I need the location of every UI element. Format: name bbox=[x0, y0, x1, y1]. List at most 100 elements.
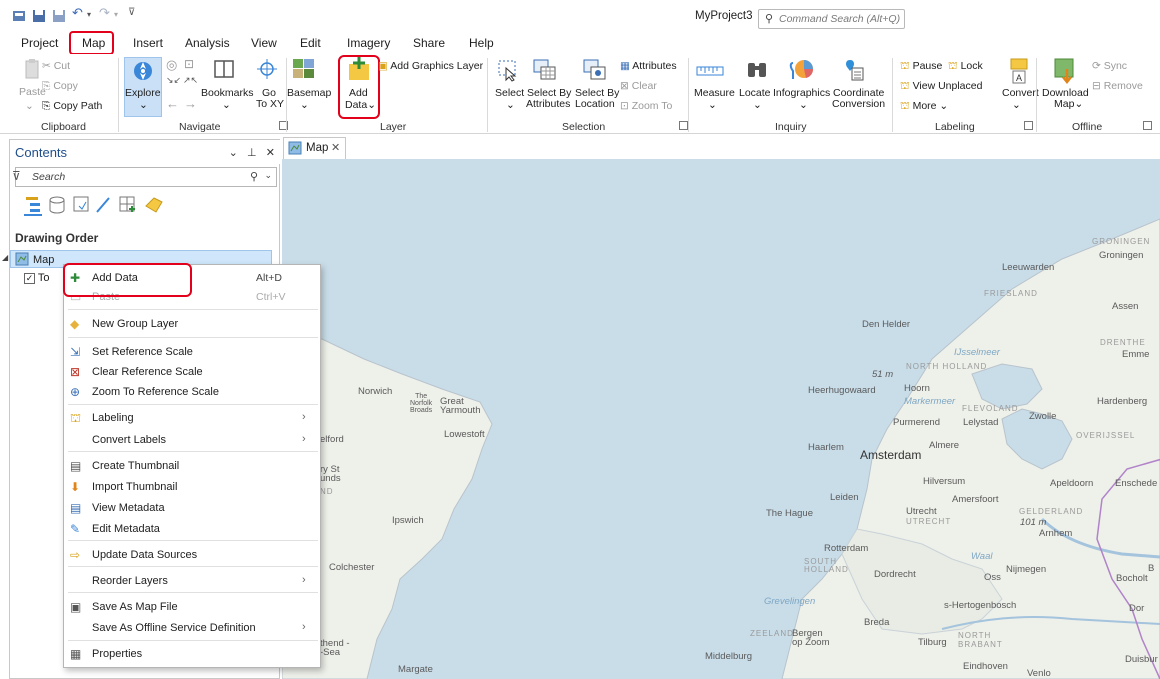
tab-share[interactable]: Share bbox=[413, 36, 445, 50]
menu-item-new-group-layer[interactable]: ◆ New Group Layer bbox=[64, 314, 320, 336]
menu-item-save-as-offline-service-definition[interactable]: Save As Offline Service Definition › bbox=[64, 618, 320, 640]
menu-item-label: Labeling bbox=[92, 412, 134, 424]
menu-item-update-data-sources[interactable]: ⇨ Update Data Sources bbox=[64, 545, 320, 567]
previous-extent-icon[interactable]: ← bbox=[166, 96, 179, 111]
menu-item-import-thumbnail[interactable]: ⬇ Import Thumbnail bbox=[64, 477, 320, 499]
clear-selection-button[interactable]: ⊠ Clear bbox=[620, 80, 657, 92]
map-view[interactable]: GRONINGEN Groningen Leeuwarden FRIESLAND… bbox=[282, 159, 1160, 679]
menu-item-labeling[interactable]: ⛫ Labeling › bbox=[64, 408, 320, 430]
customize-qat-icon[interactable]: ⊽ bbox=[128, 7, 142, 21]
close-pane-icon[interactable]: ✕ bbox=[266, 147, 275, 159]
select-dropdown-icon[interactable]: ⌄ bbox=[506, 99, 515, 111]
sync-button[interactable]: ⟳ Sync bbox=[1092, 60, 1127, 72]
locate-button[interactable]: Locate bbox=[739, 87, 771, 99]
zoom-out-icon[interactable]: ↗↖ bbox=[183, 75, 198, 86]
save-as-icon[interactable] bbox=[52, 9, 66, 23]
contents-title: Contents bbox=[15, 145, 68, 160]
cut-button[interactable]: ✂ Cut bbox=[42, 60, 70, 72]
menu-item-convert-labels[interactable]: Convert Labels › bbox=[64, 430, 320, 452]
ribbon-divider bbox=[487, 58, 488, 132]
menu-item-zoom-to-reference-scale[interactable]: ⊕ Zoom To Reference Scale bbox=[64, 382, 320, 404]
menu-item-clear-reference-scale[interactable]: ⊠ Clear Reference Scale bbox=[64, 362, 320, 384]
submenu-arrow-icon: › bbox=[302, 621, 306, 633]
tab-analysis[interactable]: Analysis bbox=[185, 36, 230, 50]
list-by-snapping-icon bbox=[119, 196, 135, 212]
menu-item-view-metadata[interactable]: ▤ View Metadata bbox=[64, 498, 320, 520]
sync-icon: ⟳ bbox=[1092, 60, 1104, 72]
full-extent-icon[interactable]: ◎ bbox=[166, 57, 177, 73]
command-search-input[interactable]: ⚲ Command Search (Alt+Q) bbox=[758, 9, 905, 29]
infographics-button[interactable]: Infographics bbox=[773, 87, 830, 99]
layer-item[interactable]: ✓ To bbox=[24, 272, 49, 284]
remove-button[interactable]: ⊟ Remove bbox=[1092, 80, 1143, 92]
search-options-icon[interactable]: ⌄ bbox=[264, 170, 272, 181]
list-by-labeling-icon bbox=[145, 197, 163, 213]
pane-options-icon[interactable]: ⌄ bbox=[229, 147, 238, 159]
more-labeling-button[interactable]: ⛫ More ⌄ bbox=[900, 100, 948, 114]
bookmarks-button[interactable]: Bookmarks bbox=[201, 87, 254, 99]
menu-item-label: Save As Offline Service Definition bbox=[92, 622, 256, 634]
copy-button[interactable]: ⎘ Copy bbox=[42, 80, 78, 93]
undo-icon[interactable]: ↶ bbox=[72, 5, 86, 20]
add-graphics-layer-button[interactable]: ▣ Add Graphics Layer bbox=[378, 60, 483, 72]
menu-item-edit-metadata[interactable]: ✎ Edit Metadata bbox=[64, 519, 320, 541]
basemap-button[interactable]: Basemap bbox=[287, 87, 331, 99]
convert-button[interactable]: Convert bbox=[1002, 87, 1039, 99]
zoom-in-icon[interactable]: ↘↙ bbox=[166, 75, 181, 86]
menu-item-label: Properties bbox=[92, 648, 143, 660]
select-button[interactable]: Select bbox=[495, 87, 524, 99]
menu-item-save-as-map-file[interactable]: ▣ Save As Map File bbox=[64, 597, 320, 619]
svg-text:A: A bbox=[1016, 73, 1022, 83]
view-unplaced-icon: ⛫ bbox=[900, 80, 913, 92]
menu-item-set-reference-scale[interactable]: ⇲ Set Reference Scale bbox=[64, 342, 320, 364]
filter-icon[interactable]: ⊽ bbox=[12, 169, 21, 183]
save-icon[interactable] bbox=[32, 9, 46, 23]
menu-item-label: Save As Map File bbox=[92, 601, 178, 613]
menu-separator bbox=[68, 404, 318, 405]
view-unplaced-button[interactable]: ⛫ View Unplaced bbox=[900, 80, 982, 94]
inquiry-group-label: Inquiry bbox=[775, 121, 807, 133]
map-view-tab[interactable]: Map ✕ bbox=[283, 137, 346, 159]
locate-dropdown-icon[interactable]: ⌄ bbox=[753, 99, 762, 111]
pause-labeling-button[interactable]: ⛫ Pause bbox=[900, 60, 942, 74]
paste-dropdown-icon[interactable]: ⌄ bbox=[25, 100, 34, 112]
convert-dropdown-icon[interactable]: ⌄ bbox=[1012, 99, 1021, 111]
project-icon[interactable] bbox=[12, 9, 26, 23]
labeling-options-icon[interactable] bbox=[1024, 121, 1033, 130]
layer-group-label: Layer bbox=[380, 121, 407, 133]
selection-options-icon[interactable] bbox=[679, 121, 688, 130]
tab-edit[interactable]: Edit bbox=[300, 36, 321, 50]
tab-imagery[interactable]: Imagery bbox=[347, 36, 390, 50]
lock-labeling-button[interactable]: ⛫ Lock bbox=[948, 60, 983, 74]
list-by-source-icon bbox=[49, 196, 65, 214]
bookmarks-icon bbox=[212, 58, 236, 83]
attributes-button[interactable]: ▦ Attributes bbox=[620, 60, 677, 72]
menu-item-properties[interactable]: ▦ Properties bbox=[64, 644, 320, 666]
tab-project[interactable]: Project bbox=[21, 36, 58, 50]
tab-view[interactable]: View bbox=[251, 36, 277, 50]
explore-dropdown-icon[interactable]: ⌄ bbox=[139, 99, 148, 111]
zoom-to-selection-button[interactable]: ⊡ Zoom To bbox=[620, 100, 672, 112]
measure-dropdown-icon[interactable]: ⌄ bbox=[708, 99, 717, 111]
next-extent-icon[interactable]: → bbox=[184, 96, 197, 111]
redo-icon[interactable]: ↷ bbox=[99, 5, 113, 20]
basemap-dropdown-icon[interactable]: ⌄ bbox=[300, 99, 309, 111]
collapse-icon[interactable]: ◢ bbox=[2, 253, 8, 262]
visibility-checkbox[interactable]: ✓ bbox=[24, 273, 35, 284]
fixed-zoom-icon[interactable]: ⊡ bbox=[184, 57, 194, 71]
redo-dropdown-icon[interactable]: ▾ bbox=[114, 10, 128, 24]
menu-item-create-thumbnail[interactable]: ▤ Create Thumbnail bbox=[64, 456, 320, 478]
menu-item-label: Convert Labels bbox=[92, 434, 166, 446]
offline-options-icon[interactable] bbox=[1143, 121, 1152, 130]
menu-item-reorder-layers[interactable]: Reorder Layers › bbox=[64, 571, 320, 593]
clipboard-group-label: Clipboard bbox=[41, 121, 86, 133]
tab-help[interactable]: Help bbox=[469, 36, 494, 50]
contents-search-input[interactable]: Search ⚲ ⌄ bbox=[15, 167, 277, 187]
copy-path-button[interactable]: ⎘ Copy Path bbox=[42, 100, 102, 113]
bookmarks-dropdown-icon[interactable]: ⌄ bbox=[222, 99, 231, 111]
infographics-dropdown-icon[interactable]: ⌄ bbox=[799, 99, 808, 111]
measure-button[interactable]: Measure bbox=[694, 87, 735, 99]
close-icon[interactable]: ✕ bbox=[331, 141, 340, 154]
tab-insert[interactable]: Insert bbox=[133, 36, 163, 50]
pin-icon[interactable]: ⊥ bbox=[247, 147, 257, 159]
